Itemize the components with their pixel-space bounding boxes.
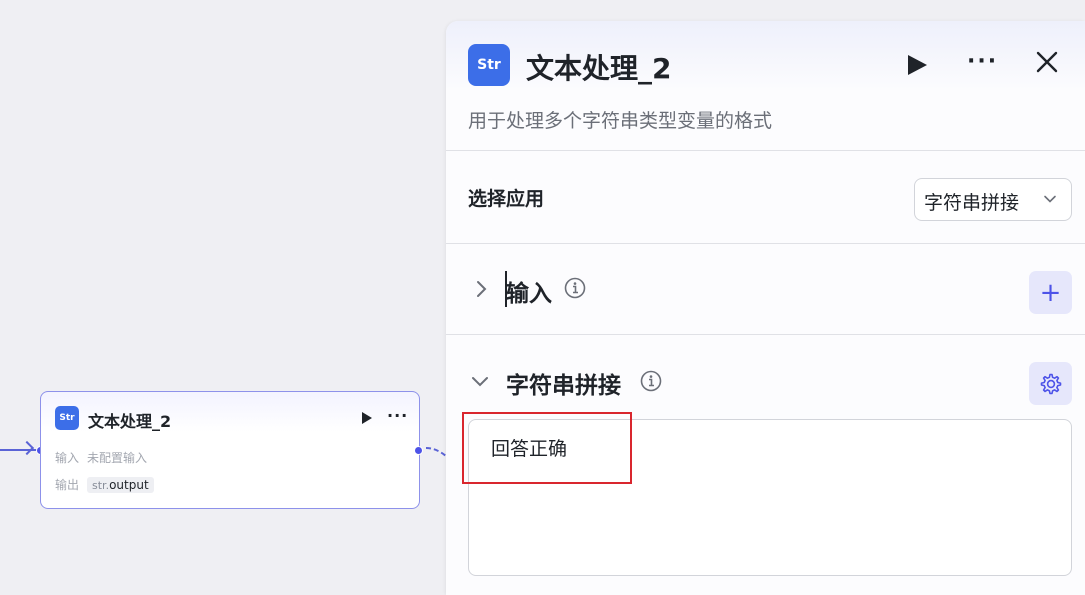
plugin-str-icon: Str [55, 406, 79, 430]
node-output-port[interactable] [414, 446, 423, 455]
add-input-button[interactable]: + [1029, 271, 1072, 314]
panel-description: 用于处理多个字符串类型变量的格式 [468, 110, 773, 132]
info-icon[interactable] [640, 370, 662, 392]
workflow-canvas[interactable]: Str 文本处理_2 ··· 输入 未配置输入 输出 str.output [0, 0, 447, 595]
gear-icon [1040, 373, 1061, 394]
plugin-str-icon: Str [468, 44, 510, 86]
app-select[interactable]: 字符串拼接 [914, 178, 1072, 221]
panel-title[interactable]: 文本处理_2 [526, 47, 671, 87]
chevron-right-icon[interactable] [474, 280, 488, 298]
chevron-down-icon [1044, 195, 1056, 203]
concat-section-label[interactable]: 字符串拼接 [506, 366, 621, 400]
text-process-node[interactable]: Str 文本处理_2 ··· 输入 未配置输入 输出 str.output [40, 391, 420, 509]
info-icon[interactable] [564, 277, 586, 299]
node-title: 文本处理_2 [88, 412, 172, 431]
chevron-down-icon[interactable] [470, 375, 490, 389]
node-more-icon[interactable]: ··· [387, 406, 408, 425]
string-concat-section: 字符串拼接 回答正确 [446, 335, 1085, 595]
concat-settings-button[interactable] [1029, 362, 1072, 405]
input-section-label[interactable]: 输入 [506, 274, 552, 308]
node-input-value: 未配置输入 [87, 451, 148, 465]
select-app-label: 选择应用 [468, 188, 545, 210]
run-icon[interactable] [908, 55, 927, 75]
node-input-label: 输入 [55, 451, 80, 465]
more-icon[interactable]: ··· [967, 49, 998, 74]
select-app-section: 选择应用 字符串拼接 [446, 151, 1085, 244]
input-section: 输入 + [446, 244, 1085, 335]
concat-template-text: 回答正确 [491, 438, 568, 460]
outgoing-edge [425, 447, 447, 457]
panel-header: Str 文本处理_2 ··· 用于处理多个字符串类型变量的格式 [446, 21, 1085, 151]
close-icon[interactable] [1035, 50, 1059, 74]
node-input-row: 输入 未配置输入 [55, 449, 147, 466]
node-output-row: 输出 str.output [55, 476, 154, 493]
node-output-tag: str.output [87, 477, 154, 493]
node-settings-panel: Str 文本处理_2 ··· 用于处理多个字符串类型变量的格式 选择应用 字符串… [446, 21, 1085, 595]
node-output-label: 输出 [55, 478, 80, 492]
node-run-icon[interactable] [362, 412, 372, 424]
concat-template-textarea[interactable]: 回答正确 [468, 419, 1072, 576]
app-select-value: 字符串拼接 [924, 192, 1020, 214]
incoming-edge-arrow [19, 440, 35, 456]
